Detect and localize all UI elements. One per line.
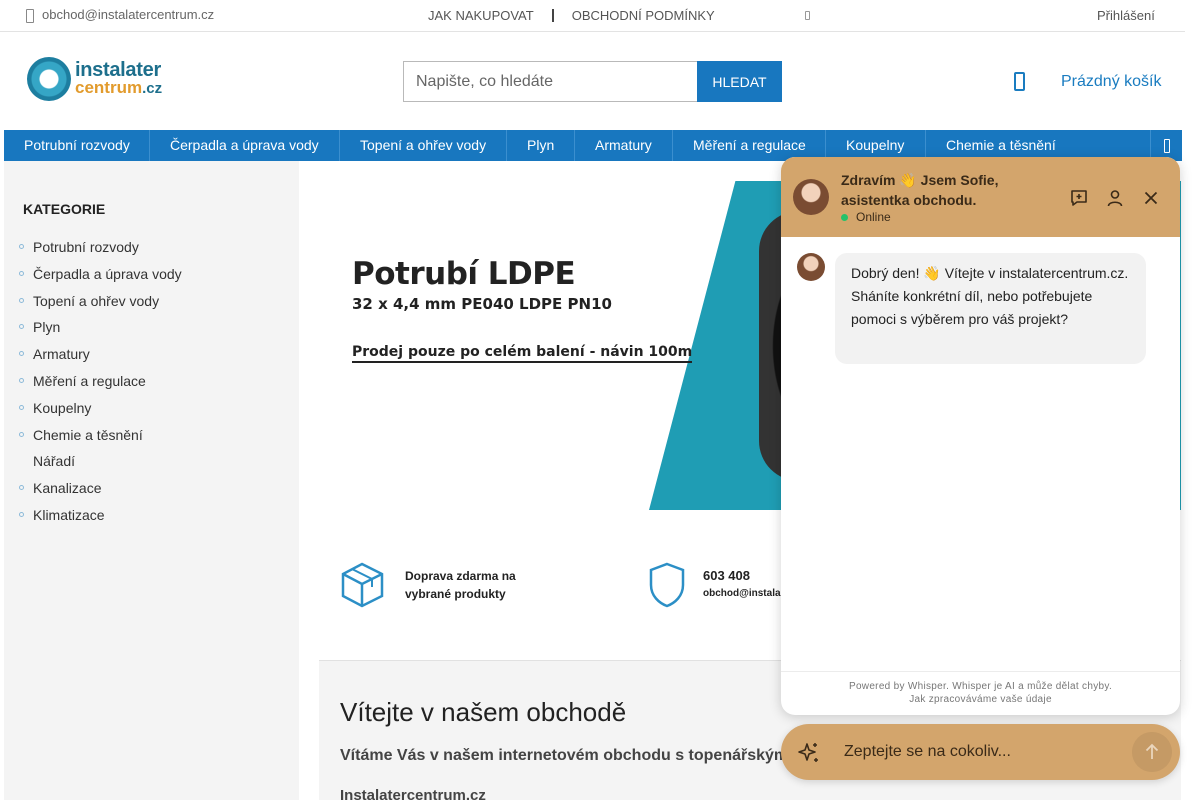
category-item[interactable]: Nářadí xyxy=(18,451,182,478)
category-sidebar: KATEGORIE Potrubní rozvody Čerpadla a úp… xyxy=(4,161,299,800)
banner-subtitle: 32 x 4,4 mm PE040 LDPE PN10 xyxy=(352,295,612,313)
contact-email-text: obchod@instalatercentrum.cz xyxy=(42,7,215,22)
close-icon[interactable] xyxy=(1141,188,1161,208)
chat-status: Online xyxy=(841,210,891,224)
cart-icon xyxy=(1014,72,1025,91)
contact-email-feature[interactable]: obchod@instala xyxy=(703,585,781,603)
shipping-line-2: vybrané produkty xyxy=(405,586,506,601)
privacy-link[interactable]: Jak zpracováváme vaše údaje xyxy=(781,693,1180,706)
feature-contact: 603 408 obchod@instala xyxy=(648,561,781,608)
search-button[interactable]: HLEDAT xyxy=(697,61,782,102)
banner-note: Prodej pouze po celém balení - návin 100… xyxy=(352,344,693,363)
login-link[interactable]: Přihlášení xyxy=(1097,8,1155,23)
new-chat-icon[interactable] xyxy=(1069,188,1089,208)
link-how-to-buy[interactable]: JAK NAKUPOVAT xyxy=(428,8,534,23)
chat-widget: Zdravím 👋 Jsem Sofie, asistentka obchodu… xyxy=(781,157,1180,715)
banner-title: Potrubí LDPE xyxy=(352,256,576,292)
powered-by-text: Powered by Whisper. Whisper je AI a může… xyxy=(848,681,1113,692)
assistant-message: Dobrý den! 👋 Vítejte v instalatercentrum… xyxy=(835,253,1146,364)
send-arrow-icon[interactable] xyxy=(1132,732,1172,772)
category-item[interactable]: Měření a regulace xyxy=(18,371,182,398)
welcome-subtitle-2: Instalatercentrum.cz xyxy=(340,787,486,800)
message-avatar xyxy=(797,253,825,281)
logo-text-2: centrum xyxy=(75,77,143,97)
contact-phone[interactable]: 603 408 xyxy=(703,567,781,585)
search-input[interactable] xyxy=(403,61,697,102)
category-list: Potrubní rozvody Čerpadla a úprava vody … xyxy=(18,237,182,532)
shield-icon xyxy=(649,562,685,608)
divider xyxy=(551,9,554,22)
top-links: JAK NAKUPOVAT OBCHODNÍ PODMÍNKY xyxy=(428,8,715,23)
cart-label: Prázdný košík xyxy=(1061,72,1162,90)
contact-email[interactable]: obchod@instalatercentrum.cz xyxy=(24,7,215,23)
top-bar: obchod@instalatercentrum.cz JAK NAKUPOVA… xyxy=(0,0,1185,32)
search-bar: HLEDAT xyxy=(403,61,782,102)
category-item[interactable]: Topení a ohřev vody xyxy=(18,291,182,318)
cart[interactable]: Prázdný košík xyxy=(1014,72,1161,91)
link-terms[interactable]: OBCHODNÍ PODMÍNKY xyxy=(572,8,715,23)
chat-input[interactable] xyxy=(844,740,1124,764)
feature-shipping: Doprava zdarma na vybrané produkty xyxy=(340,561,516,608)
welcome-subtitle: Vítáme Vás v našem internetovém obchodu … xyxy=(340,747,789,764)
device-icon[interactable] xyxy=(805,11,810,20)
category-item[interactable]: Chemie a těsnění xyxy=(18,425,182,452)
assistant-avatar xyxy=(793,179,829,215)
chat-footer: Powered by Whisper. Whisper je AI a může… xyxy=(781,671,1180,715)
nav-item-armatury[interactable]: Armatury xyxy=(575,130,673,161)
nav-item-potrubni-rozvody[interactable]: Potrubní rozvody xyxy=(4,130,150,161)
category-item[interactable]: Čerpadla a úprava vody xyxy=(18,264,182,291)
category-item[interactable]: Kanalizace xyxy=(18,478,182,505)
category-item[interactable]: Armatury xyxy=(18,344,182,371)
category-item[interactable]: Potrubní rozvody xyxy=(18,237,182,264)
chat-title: Zdravím 👋 Jsem Sofie, asistentka obchodu… xyxy=(841,172,999,208)
user-icon[interactable] xyxy=(1105,188,1125,208)
logo-mark-icon xyxy=(27,57,71,101)
site-logo[interactable]: instalater centrum.cz xyxy=(27,56,177,102)
chat-input-bar xyxy=(781,724,1180,780)
sidebar-heading: KATEGORIE xyxy=(23,201,106,217)
online-dot-icon xyxy=(841,213,848,221)
logo-tld: .cz xyxy=(142,79,163,97)
shipping-line-1: Doprava zdarma na xyxy=(405,568,516,583)
sparkle-icon xyxy=(798,743,818,762)
nav-item-topeni[interactable]: Topení a ohřev vody xyxy=(340,130,507,161)
box-icon xyxy=(341,562,384,608)
chat-header: Zdravím 👋 Jsem Sofie, asistentka obchodu… xyxy=(781,157,1180,237)
category-item[interactable]: Klimatizace xyxy=(18,505,182,532)
welcome-title: Vítejte v našem obchodě xyxy=(340,697,627,727)
chat-status-text: Online xyxy=(856,210,891,224)
phone-icon xyxy=(24,8,34,23)
category-item[interactable]: Koupelny xyxy=(18,398,182,425)
nav-item-cerpadla[interactable]: Čerpadla a úprava vody xyxy=(150,130,340,161)
nav-item-plyn[interactable]: Plyn xyxy=(507,130,575,161)
category-item[interactable]: Plyn xyxy=(18,317,182,344)
logo-text-1: instalater xyxy=(75,58,161,81)
